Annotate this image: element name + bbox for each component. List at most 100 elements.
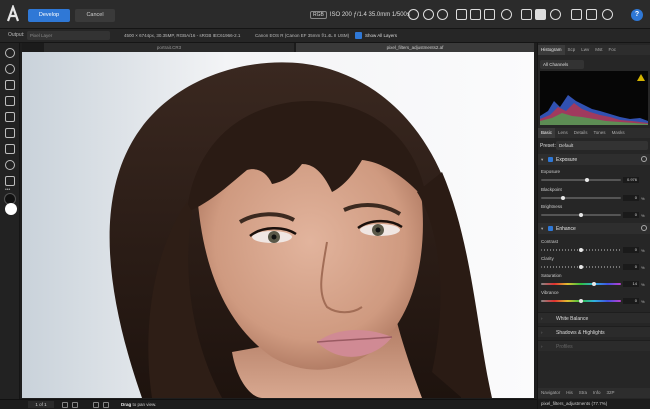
right-panel: Histogram Scp Lwv Mst Foc All Channels B… (537, 43, 650, 409)
histogram-graph (540, 95, 648, 125)
color-mode-badge: RGB (310, 11, 327, 19)
blemish-tool-icon[interactable] (5, 112, 15, 122)
tab-history[interactable]: His (563, 388, 576, 398)
saturation-slider-knob[interactable] (591, 282, 596, 286)
tab-info[interactable]: Info (590, 388, 604, 398)
tab-stra[interactable]: Stra (576, 388, 590, 398)
exposure-slider[interactable] (541, 178, 621, 182)
play-icon[interactable] (62, 402, 68, 408)
split-view-icon[interactable] (423, 9, 434, 20)
tab-details[interactable]: Details (571, 128, 591, 138)
page-indicator[interactable]: 1 of 1 (28, 401, 54, 408)
mirror-view-icon[interactable] (437, 9, 448, 20)
overlay-paint-tool-icon[interactable] (5, 128, 15, 138)
tab-focus[interactable]: Foc (606, 45, 620, 55)
saturation-value[interactable]: 14 (623, 281, 639, 287)
cancel-button[interactable]: Cancel (75, 9, 115, 22)
zoom-tool-icon[interactable] (5, 64, 15, 74)
document-tab-active[interactable]: pixel_filters_adjustments2.af (296, 43, 534, 52)
view-icon[interactable] (408, 9, 419, 20)
tab-navigator[interactable]: Navigator (538, 388, 563, 398)
show-all-layers-checkbox[interactable] (355, 32, 362, 39)
tab-mst[interactable]: Mst (592, 45, 605, 55)
clipping-shadows-icon[interactable] (456, 9, 467, 20)
document-tab-portrait[interactable]: portrait.CR3 (44, 43, 294, 52)
secondary-color-swatch[interactable] (5, 203, 17, 215)
view-tool-icon[interactable] (5, 48, 15, 58)
saturation-slider[interactable] (541, 282, 621, 286)
reset-dial-icon[interactable] (641, 225, 647, 231)
panel-top-tabs: Histogram Scp Lwv Mst Foc (538, 45, 650, 55)
tab-scope[interactable]: Scp (565, 45, 579, 55)
brightness-slider-knob[interactable] (579, 213, 583, 217)
gradient-tool-icon[interactable] (5, 160, 15, 170)
record-icon[interactable] (72, 402, 78, 408)
tab-tones[interactable]: Tones (591, 128, 609, 138)
crop-icon[interactable] (571, 9, 582, 20)
compare-icon[interactable] (535, 9, 546, 20)
shadows-highlights-section[interactable]: › Shadows & Highlights (538, 326, 650, 337)
profiles-section[interactable]: › Profiles (538, 340, 650, 351)
blackpoint-unit: % (641, 196, 645, 201)
clarity-unit: % (641, 265, 645, 270)
white-balance-section[interactable]: › White Balance (538, 312, 650, 323)
before-after-icon[interactable] (521, 9, 532, 20)
brightness-slider[interactable] (541, 213, 621, 217)
vibrance-value[interactable]: 0 (623, 298, 639, 304)
brightness-value[interactable]: 0 (623, 212, 639, 218)
tab-lwv[interactable]: Lwv (578, 45, 592, 55)
status-bar: 1 of 1 Drag to pan view. (0, 399, 537, 409)
document-tabs: portrait.CR3 pixel_filters_adjustments2.… (22, 43, 534, 52)
clarity-slider-knob[interactable] (579, 265, 583, 269)
tab-basic[interactable]: Basic (538, 128, 556, 138)
exif-text: ISO 200 ƒ/1.4 35.0mm 1/500s (329, 12, 410, 18)
white-balance-tool-icon[interactable] (5, 80, 15, 90)
rotate-icon[interactable] (550, 9, 561, 20)
tab-histogram[interactable]: Histogram (538, 45, 565, 55)
exposure-enable-checkbox[interactable] (548, 157, 553, 162)
red-eye-tool-icon[interactable] (5, 96, 15, 106)
clipping-warning-icon (637, 74, 645, 81)
info-icon[interactable] (501, 9, 512, 20)
exposure-slider-knob[interactable] (585, 178, 590, 182)
photo-canvas[interactable] (22, 52, 534, 398)
help-button[interactable]: ? (631, 9, 643, 21)
clipping-highlights-icon[interactable] (484, 9, 495, 20)
blackpoint-value[interactable]: 0 (623, 195, 639, 201)
exposure-section-title: Exposure (556, 157, 578, 163)
blackpoint-slider-knob[interactable] (561, 196, 566, 200)
status-hint-text: to pan view. (132, 401, 157, 407)
clarity-slider[interactable] (541, 265, 621, 269)
copy-icon[interactable] (93, 402, 99, 408)
exposure-value[interactable]: 0.976 (623, 177, 639, 183)
preset-select[interactable]: Default (556, 141, 648, 150)
enhance-section-header[interactable]: ▾ Enhance (538, 223, 650, 234)
exposure-section-header[interactable]: ▾ Exposure (538, 154, 650, 165)
brightness-unit: % (641, 213, 645, 218)
reset-dial-icon[interactable] (641, 156, 647, 162)
saturation-unit: % (641, 282, 645, 287)
overlay-erase-tool-icon[interactable] (5, 144, 15, 154)
contrast-slider[interactable] (541, 248, 621, 252)
vibrance-slider-knob[interactable] (579, 299, 583, 303)
contrast-slider-knob[interactable] (579, 248, 583, 252)
clipping-midtones-icon[interactable] (470, 9, 481, 20)
tab-lens[interactable]: Lens (555, 128, 571, 138)
chevron-right-icon: › (541, 330, 543, 335)
clone-tool-icon[interactable] (5, 176, 15, 186)
develop-button[interactable]: Develop (28, 9, 70, 22)
settings-icon[interactable] (602, 9, 613, 20)
output-label: Output: (8, 32, 25, 38)
overlay-icon[interactable] (586, 9, 597, 20)
histogram (540, 71, 648, 125)
tab-masks[interactable]: Masks (609, 128, 628, 138)
channel-select[interactable]: All Channels (540, 60, 584, 69)
tab-32p[interactable]: 32P (604, 388, 618, 398)
clarity-value[interactable]: 0 (623, 264, 639, 270)
blackpoint-slider[interactable] (541, 196, 621, 200)
enhance-enable-checkbox[interactable] (548, 226, 553, 231)
output-select[interactable]: Pixel Layer (27, 31, 110, 40)
vibrance-slider[interactable] (541, 299, 621, 303)
export-icon[interactable] (103, 402, 109, 408)
contrast-value[interactable]: 0 (623, 247, 639, 253)
